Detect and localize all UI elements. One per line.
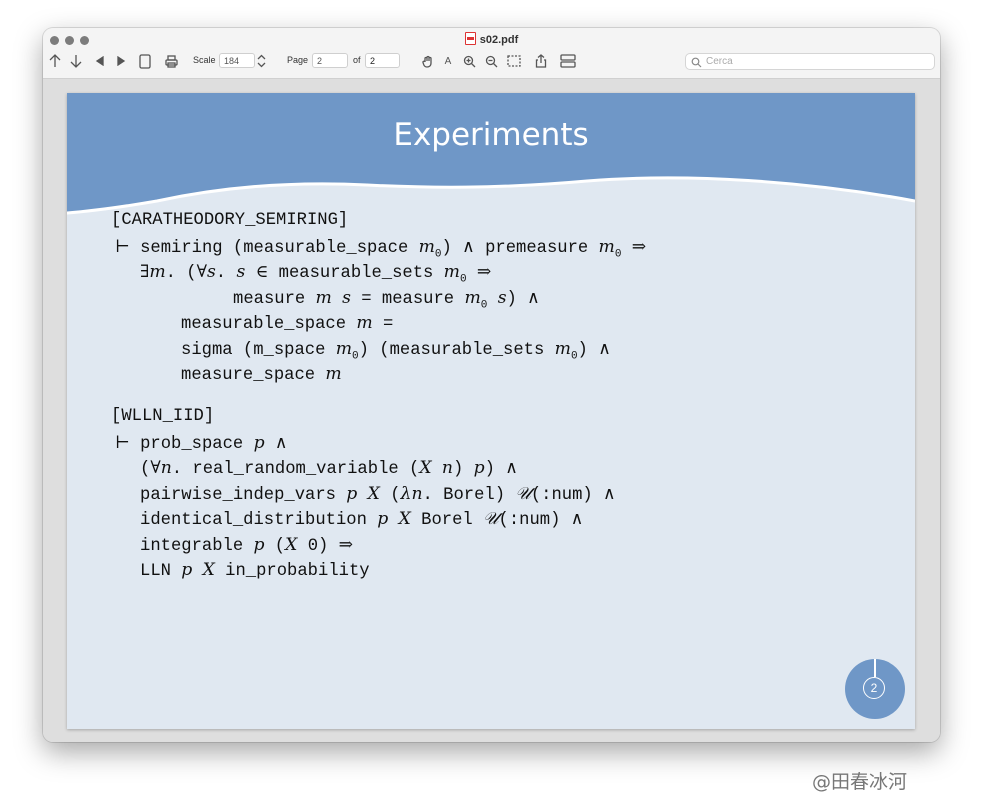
scale-label: Scale: [193, 55, 216, 65]
toolbar: s02.pdf Scale 184 Page 2 of 2 A Cerca: [43, 28, 940, 79]
caratheodory-line-4: measurable_space m =: [181, 313, 394, 334]
theorem-name-wlln: [WLLN_IID]: [111, 407, 215, 426]
page-progress-tick: [874, 659, 876, 677]
document-area[interactable]: Experiments [CARATHEODORY_SEMIRING] ⊢ se…: [43, 79, 940, 742]
print-icon[interactable]: [164, 52, 178, 70]
sidebar-view-icon[interactable]: [559, 52, 577, 70]
caratheodory-line-1: ⊢ semiring (measurable_space m0) ∧ preme…: [115, 237, 647, 261]
total-pages-field: 2: [365, 53, 400, 68]
slide-page: Experiments [CARATHEODORY_SEMIRING] ⊢ se…: [67, 93, 915, 729]
scale-input[interactable]: 184: [219, 53, 255, 68]
watermark: @田春冰河: [812, 771, 908, 793]
back-icon[interactable]: [94, 52, 106, 70]
forward-icon[interactable]: [115, 52, 127, 70]
text-select-icon[interactable]: A: [442, 52, 454, 70]
slide-header-wave: [67, 93, 915, 215]
hand-tool-icon[interactable]: [421, 52, 435, 70]
zoom-in-icon[interactable]: [462, 52, 476, 70]
window-title-text: s02.pdf: [479, 34, 519, 46]
share-icon[interactable]: [534, 52, 548, 70]
search-icon: [691, 57, 702, 68]
search-field[interactable]: Cerca: [685, 53, 935, 70]
caratheodory-line-2: ∃m. (∀s. s ∈ measurable_sets m0 ⇒: [140, 262, 492, 286]
theorem-name-caratheodory: [CARATHEODORY_SEMIRING]: [111, 211, 349, 230]
zoom-out-icon[interactable]: [484, 52, 498, 70]
caratheodory-line-3: measure m s = measure m0 s) ∧: [233, 288, 540, 312]
single-page-view-icon[interactable]: [138, 52, 152, 70]
wlln-line-2: (∀n. real_random_variable (X n) p) ∧: [140, 458, 518, 479]
page-number-badge: 2: [845, 659, 905, 719]
window-title: s02.pdf: [43, 32, 940, 46]
selection-tool-icon[interactable]: [506, 52, 522, 70]
page-number: 2: [863, 677, 885, 699]
wlln-line-4: identical_distribution p X Borel 𝒰(:num)…: [140, 509, 584, 530]
wlln-line-6: LLN p X in_probability: [140, 560, 370, 581]
wlln-line-1: ⊢ prob_space p ∧: [115, 433, 288, 454]
search-placeholder: Cerca: [706, 56, 733, 67]
page-label: Page: [287, 55, 309, 65]
pdf-file-icon: [464, 32, 476, 45]
scale-stepper-icon[interactable]: [256, 52, 266, 70]
wlln-line-3: pairwise_indep_vars p X (λn. Borel) 𝒰(:n…: [140, 484, 616, 505]
page-input[interactable]: 2: [312, 53, 348, 68]
caratheodory-line-5: sigma (m_space m0) (measurable_sets m0) …: [181, 339, 611, 363]
pdf-viewer-window: s02.pdf Scale 184 Page 2 of 2 A Cerca Ex…: [43, 28, 940, 742]
of-label: of: [353, 55, 361, 65]
slide-title: Experiments: [393, 117, 589, 153]
previous-page-arrow-icon[interactable]: [48, 52, 62, 70]
caratheodory-line-6: measure_space m: [181, 364, 342, 385]
next-page-arrow-icon[interactable]: [69, 52, 83, 70]
wlln-line-5: integrable p (X 0) ⇒: [140, 535, 354, 556]
